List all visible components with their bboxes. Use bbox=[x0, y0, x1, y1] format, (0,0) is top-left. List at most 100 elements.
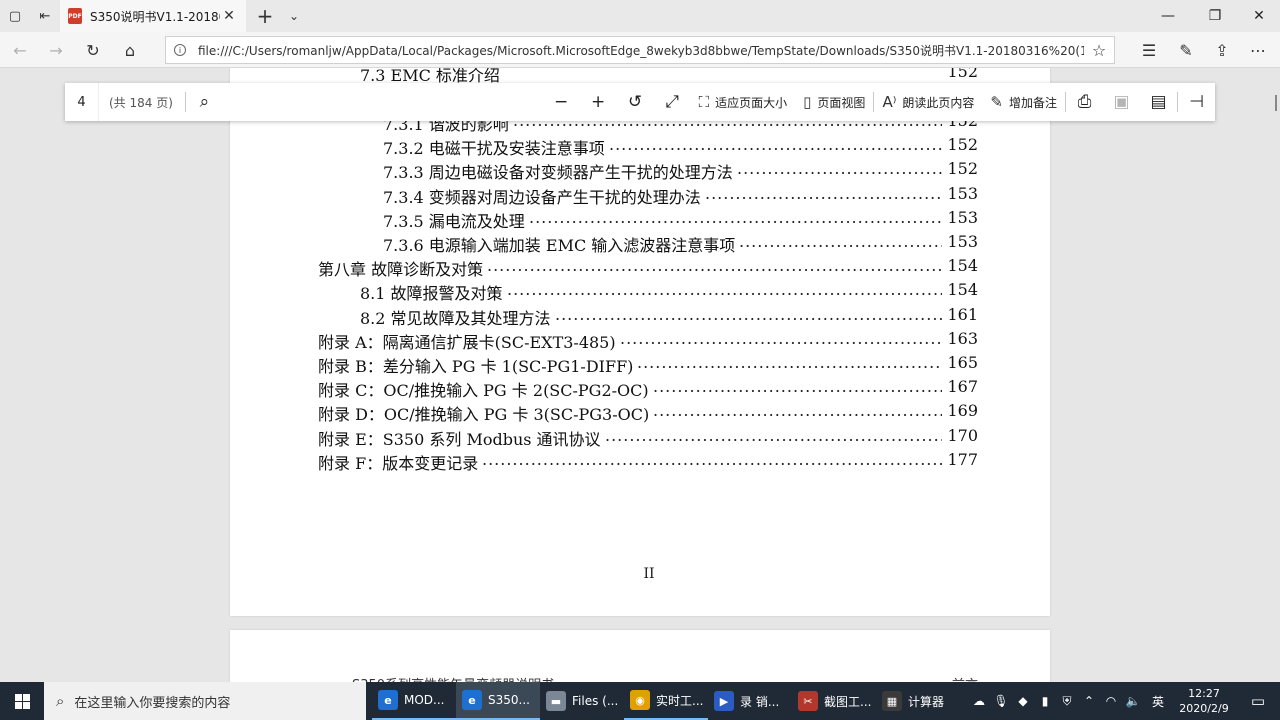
taskbar-app-label: 截图工... bbox=[824, 694, 872, 709]
toc-entry[interactable]: 8.2 常见故障及其处理方法..........................… bbox=[230, 304, 1050, 328]
toc-leader-dots: ........................................… bbox=[555, 304, 942, 324]
taskbar-app[interactable]: e MOD... bbox=[372, 682, 456, 720]
toc-entry[interactable]: 附录 D：OC/推挽输入 PG 卡 3(SC-PG3-OC)..........… bbox=[230, 401, 1050, 425]
security-shield-icon[interactable]: ⛨ bbox=[1056, 694, 1078, 709]
app-tray-icon[interactable]: ◆ bbox=[1012, 694, 1034, 708]
toc-leader-dots: ........................................… bbox=[620, 328, 942, 348]
find-icon[interactable]: ⌕ bbox=[186, 83, 223, 121]
favorite-star-icon[interactable]: ☆ bbox=[1084, 41, 1114, 60]
clock-date: 2020/2/9 bbox=[1179, 702, 1229, 715]
start-button[interactable] bbox=[0, 682, 44, 720]
set-aside-tabs-icon[interactable]: ⇤ bbox=[30, 0, 60, 32]
search-placeholder: 在这里输入你要搜索的内容 bbox=[74, 695, 231, 711]
taskbar-app-label: 录 销... bbox=[740, 694, 780, 709]
fit-page-icon: ⛶ bbox=[698, 93, 710, 111]
volume-icon[interactable]: 🔈 bbox=[1122, 694, 1144, 708]
taskbar-app[interactable]: ▦ 计算器 bbox=[876, 682, 960, 720]
cloud-icon[interactable]: ☁ bbox=[968, 694, 990, 708]
chevron-up-icon[interactable]: ⌃ bbox=[1078, 694, 1100, 708]
pdf-viewer[interactable]: 7.3 EMC 标准介绍 152 7.3.1 谐波的影响............… bbox=[0, 68, 1280, 682]
taskbar-app[interactable]: ▶ 录 销... bbox=[708, 682, 792, 720]
toc-entry-label: 8.2 常见故障及其处理方法 bbox=[360, 308, 551, 328]
taskbar-app[interactable]: ◉ 实时工... bbox=[624, 682, 708, 720]
toc-entry-label: 7.3.5 漏电流及处理 bbox=[383, 211, 525, 231]
toc-entry[interactable]: 7.3.3 周边电磁设备对变频器产生干扰的处理方法...............… bbox=[230, 159, 1050, 182]
add-notes-button[interactable]: ✎ 增加备注 bbox=[982, 83, 1065, 121]
fullscreen-icon[interactable]: ⤢ bbox=[654, 83, 691, 121]
toc-entry-label: 附录 D：OC/推挽输入 PG 卡 3(SC-PG3-OC) bbox=[318, 405, 650, 425]
toc-entry[interactable]: 第八章 故障诊断及对策.............................… bbox=[230, 256, 1050, 279]
toc-entry[interactable]: 8.1 故障报警及对策.............................… bbox=[230, 280, 1050, 303]
chrome-icon: ◉ bbox=[630, 690, 650, 710]
toc-leader-dots: ........................................… bbox=[482, 449, 942, 469]
refresh-icon[interactable]: ↻ bbox=[79, 36, 107, 64]
page-header-section: 前言 bbox=[952, 674, 978, 682]
print-icon[interactable]: ⎙ bbox=[1066, 83, 1103, 121]
clock[interactable]: 12:27 2020/2/9 bbox=[1172, 686, 1236, 716]
page-total: (共 184 页) bbox=[109, 95, 173, 110]
home-icon[interactable]: ⌂ bbox=[116, 36, 144, 64]
ime-indicator[interactable]: 英 bbox=[1144, 693, 1172, 710]
tab-close-icon[interactable]: ✕ bbox=[220, 8, 238, 24]
new-tab-icon[interactable]: + bbox=[255, 0, 275, 32]
zoom-out-icon[interactable]: − bbox=[543, 83, 580, 121]
taskbar-app[interactable]: ✂ 截图工... bbox=[792, 682, 876, 720]
rotate-icon[interactable]: ↺ bbox=[617, 83, 654, 121]
toc-entry-page: 153 bbox=[947, 232, 978, 251]
read-aloud-button[interactable]: A⁾ 朗读此页内容 bbox=[874, 83, 982, 121]
minimize-icon[interactable]: — bbox=[1145, 0, 1191, 32]
toc-entry[interactable]: 附录 C：OC/推挽输入 PG 卡 2(SC-PG2-OC)..........… bbox=[230, 377, 1050, 401]
tab-actions-icon[interactable]: ▢ bbox=[0, 0, 30, 32]
info-icon[interactable]: i bbox=[174, 44, 186, 56]
taskbar-app[interactable]: ▬ Files (... bbox=[540, 682, 624, 720]
battery-icon[interactable]: ▮ bbox=[1034, 694, 1056, 708]
web-note-icon[interactable]: ✎ bbox=[1172, 36, 1200, 64]
taskbar-app[interactable]: e S350... bbox=[456, 682, 540, 720]
back-icon[interactable]: ← bbox=[6, 36, 34, 64]
system-tray: ☁ 🎙 ◆ ▮ ⛨ ⌃ ◠ 🔈 英 12:27 2020/2/9 ▭ bbox=[968, 682, 1280, 720]
toc-entry-page: 152 bbox=[947, 135, 978, 155]
share-icon[interactable]: ⇪ bbox=[1208, 36, 1236, 64]
save-icon[interactable]: ▣ bbox=[1103, 83, 1140, 121]
toc-entry-label: 附录 B：差分输入 PG 卡 1(SC-PG1-DIFF) bbox=[318, 357, 634, 376]
address-bar[interactable]: i file:///C:/Users/romanljw/AppData/Loca… bbox=[165, 36, 1115, 64]
window-close-icon[interactable]: ✕ bbox=[1236, 0, 1280, 32]
toc-entry[interactable]: 附录 A：隔离通信扩展卡(SC-EXT3-485)...............… bbox=[230, 328, 1050, 352]
toc-entry[interactable]: 7.3.4 变频器对周边设备产生干扰的处理办法.................… bbox=[230, 184, 1050, 207]
pdf-page: 7.3 EMC 标准介绍 152 7.3.1 谐波的影响............… bbox=[230, 68, 1050, 616]
toc-entry[interactable]: 7.3.6 电源输入端加装 EMC 输入滤波器注意事项.............… bbox=[230, 232, 1050, 255]
tab-active-pdf[interactable]: PDF S350说明书V1.1-20180316 (1).pdf ✕ bbox=[60, 0, 246, 32]
more-menu-icon[interactable]: ⋯ bbox=[1244, 36, 1272, 64]
page-number-input[interactable]: 4 bbox=[65, 83, 99, 121]
zoom-in-icon[interactable]: + bbox=[580, 83, 617, 121]
toc-entry[interactable]: 7.3.2 电磁干扰及安装注意事项.......................… bbox=[230, 135, 1050, 158]
scrollbar-thumb[interactable] bbox=[1275, 95, 1277, 111]
favorites-hub-icon[interactable]: ☰ bbox=[1135, 36, 1163, 64]
toc-entry[interactable]: 附录 E：S350 系列 Modbus 通讯协议................… bbox=[230, 426, 1050, 449]
maximize-icon[interactable]: ❐ bbox=[1192, 0, 1238, 32]
snipping-icon: ✂ bbox=[798, 691, 818, 711]
microphone-icon[interactable]: 🎙 bbox=[990, 694, 1012, 708]
fit-page-button[interactable]: ⛶ 适应页面大小 bbox=[691, 83, 796, 121]
page-view-button[interactable]: ▯ 页面视图 bbox=[795, 83, 873, 121]
toc-entry-partial[interactable]: 7.3 EMC 标准介绍 152 bbox=[230, 68, 1050, 85]
toc-entry[interactable]: 7.3.5 漏电流及处理............................… bbox=[230, 207, 1050, 231]
toc-entry-label: 附录 C：OC/推挽输入 PG 卡 2(SC-PG2-OC) bbox=[318, 381, 649, 401]
taskbar-search[interactable]: ⌕ 在这里输入你要搜索的内容 bbox=[44, 682, 366, 720]
page-header-title: S350系列高性能矢量变频器说明书 bbox=[352, 674, 554, 682]
forward-icon[interactable]: → bbox=[42, 36, 70, 64]
url-text[interactable]: file:///C:/Users/romanljw/AppData/Local/… bbox=[198, 42, 1084, 59]
toc-entry[interactable]: 附录 F：版本变更记录.............................… bbox=[230, 449, 1050, 473]
toc-entry-label: 7.3.6 电源输入端加装 EMC 输入滤波器注意事项 bbox=[383, 236, 736, 255]
pen-icon: ✎ bbox=[990, 93, 1003, 111]
notification-icon[interactable]: ▭ bbox=[1236, 692, 1280, 710]
edge-icon: e bbox=[462, 690, 482, 710]
pin-toolbar-icon[interactable]: ⊣ bbox=[1178, 83, 1215, 121]
tab-preview-chevron-icon[interactable]: ⌄ bbox=[284, 0, 304, 32]
toc-leader-dots: ........................................… bbox=[529, 207, 942, 227]
toc-entry[interactable]: 附录 B：差分输入 PG 卡 1(SC-PG1-DIFF)...........… bbox=[230, 353, 1050, 376]
toc-entry-page: 167 bbox=[947, 377, 978, 397]
save-as-icon[interactable]: ▤ bbox=[1140, 83, 1177, 121]
wifi-icon[interactable]: ◠ bbox=[1100, 694, 1122, 708]
page-footer-number: II bbox=[643, 566, 655, 582]
